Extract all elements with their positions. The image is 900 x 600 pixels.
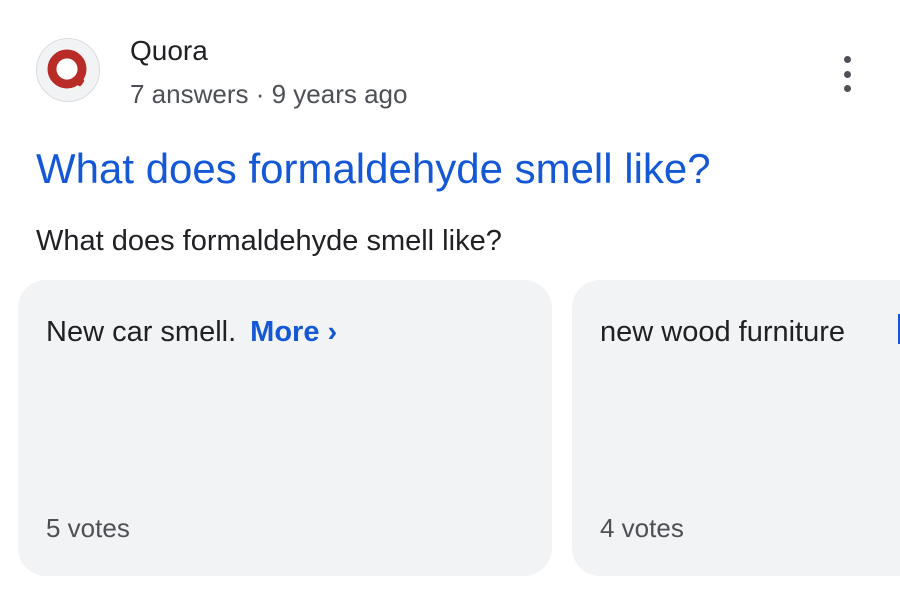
result-title-link[interactable]: What does formaldehyde smell like? xyxy=(36,142,711,196)
answers-carousel[interactable]: New car smell. More › 5 votes new wood fur… xyxy=(18,280,900,576)
source-meta: 7 answers · 9 years ago xyxy=(130,79,408,109)
result-snippet: What does formaldehyde smell like? xyxy=(36,225,502,257)
answer-text: New car smell. xyxy=(46,316,237,348)
answer-text: new wood furniture xyxy=(600,316,846,348)
answer-votes: 4 votes xyxy=(600,513,684,543)
source-header: Quora 7 answers · 9 years ago xyxy=(36,34,864,114)
answer-text-row: new wood furniture xyxy=(600,314,845,350)
more-vertical-icon xyxy=(843,56,851,63)
more-vertical-icon xyxy=(843,85,851,92)
more-vertical-icon xyxy=(843,70,851,78)
answer-votes: 5 votes xyxy=(46,513,130,543)
answer-card[interactable]: New car smell. More › 5 votes xyxy=(18,280,552,576)
quora-favicon[interactable] xyxy=(36,38,100,102)
chevron-right-icon: › xyxy=(327,316,338,348)
answer-text-row: New car smell. More › xyxy=(46,314,337,350)
more-options-button[interactable] xyxy=(834,56,860,92)
more-label: More xyxy=(250,316,320,348)
answer-more-link[interactable]: More › xyxy=(250,316,337,348)
quora-logo-icon xyxy=(43,45,93,95)
source-site-name[interactable]: Quora xyxy=(130,34,208,68)
answer-card[interactable]: new wood furniture 4 votes xyxy=(572,280,900,576)
